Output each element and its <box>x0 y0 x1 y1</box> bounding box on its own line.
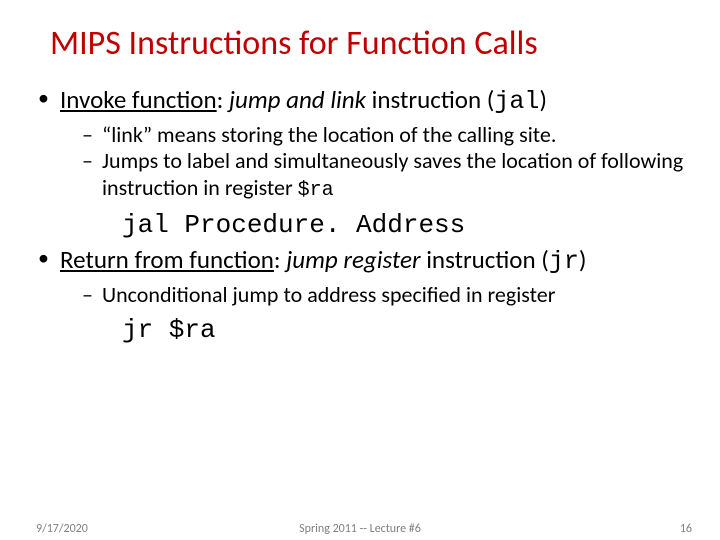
text: : <box>217 84 229 115</box>
code-ra: $ra <box>298 179 334 202</box>
sub-list: Unconditional jump to address specified … <box>60 282 715 309</box>
code-jr-line: jr $ra <box>122 315 715 347</box>
sub-item: Unconditional jump to address specified … <box>60 282 715 309</box>
text: jump register <box>286 244 420 275</box>
footer-page: 16 <box>680 522 692 536</box>
code-jal-line: jal Procedure. Address <box>122 210 715 242</box>
slide: MIPS Instructions for Function Calls Inv… <box>0 0 720 540</box>
text: ) <box>579 244 587 275</box>
text: instruction ( <box>366 84 494 115</box>
sub-item: “link” means storing the location of the… <box>60 122 715 149</box>
text: instruction ( <box>421 244 549 275</box>
bullet-invoke: Invoke function: jump and link instructi… <box>36 85 715 241</box>
sub-item: Jumps to label and simultaneously saves … <box>60 148 715 203</box>
bullet-return: Return from function: jump register inst… <box>36 245 715 346</box>
text: jump and link <box>229 84 366 115</box>
text: Invoke function <box>60 84 217 115</box>
text: Jumps to label and simultaneously saves … <box>102 147 683 201</box>
text: ) <box>539 84 547 115</box>
footer-center: Spring 2011 -- Lecture #6 <box>0 522 720 536</box>
slide-title: MIPS Instructions for Function Calls <box>50 24 715 63</box>
text: : <box>274 244 286 275</box>
code-jal: jal <box>494 87 539 116</box>
bullet-list: Invoke function: jump and link instructi… <box>36 85 715 346</box>
code-jr: jr <box>549 247 579 276</box>
sub-list: “link” means storing the location of the… <box>60 122 715 204</box>
text: Return from function <box>60 244 274 275</box>
